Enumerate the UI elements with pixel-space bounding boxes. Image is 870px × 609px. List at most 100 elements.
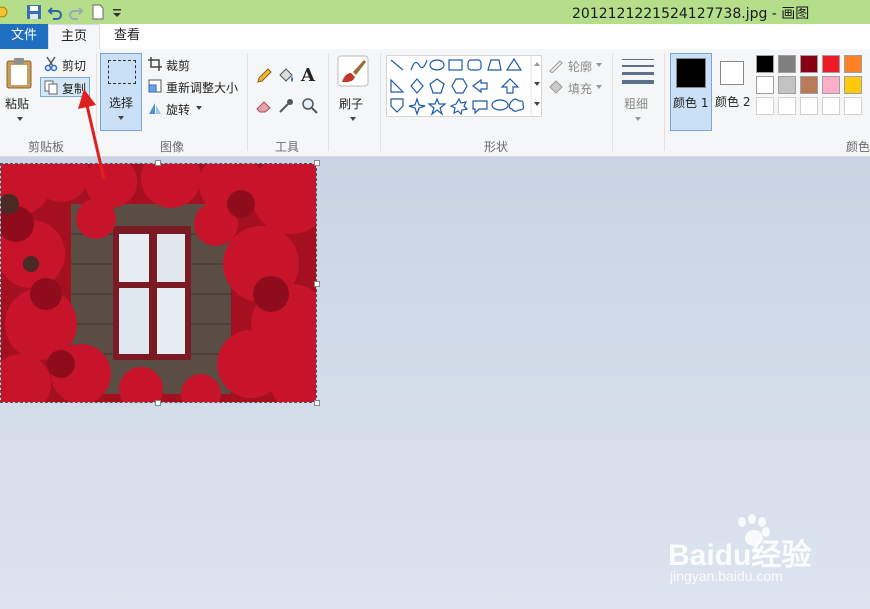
tab-file[interactable]: 文件 [0,24,48,49]
resize-button[interactable]: 重新调整大小 [146,77,242,95]
text-a-icon: A [301,65,315,86]
app-icon[interactable] [0,4,12,20]
rotate-dropdown-arrow[interactable] [196,106,202,110]
text-tool[interactable]: A [301,65,319,86]
rotate-icon [149,103,161,114]
palette-swatch[interactable] [800,76,818,94]
palette-swatch[interactable] [756,55,774,73]
ivy-window-photo [1,164,316,402]
group-divider [664,53,665,151]
title-bar: 2012121221524127738.jpg - 画图 [0,0,870,24]
resize-label: 重新调整大小 [166,81,239,95]
outline-label: 轮廓 [568,60,593,74]
color2-button[interactable]: 颜色 2 [714,53,754,131]
redo-icon[interactable] [68,4,84,20]
select-dropdown-arrow[interactable] [118,116,124,120]
paste-button[interactable]: 粘贴 [3,55,37,127]
palette-empty-slot[interactable] [756,97,774,115]
colors-group-label: 颜色 [845,140,870,154]
palette-swatch[interactable] [822,76,840,94]
ribbon: 粘贴 剪切 复制 剪贴板 选择 裁剪 重新调整大小 旋转 图像 A 工具 刷子 … [0,49,870,157]
resize-handle-bottom-right[interactable] [314,400,320,406]
size-line-thick [622,72,654,75]
group-divider [247,53,248,151]
palette-swatch[interactable] [844,76,862,94]
magnifier-tool[interactable] [301,97,319,115]
group-divider [612,53,613,151]
color-palette [756,55,870,119]
rotate-button[interactable]: 旋转 [146,99,216,117]
eraser-tool[interactable] [255,97,273,115]
image-canvas[interactable] [0,163,317,403]
resize-handle-top-right[interactable] [314,160,320,166]
size-button[interactable]: 粗细 [618,55,658,127]
outline-icon [549,60,563,73]
brush-icon [337,55,369,87]
outline-dropdown-arrow[interactable] [596,63,602,67]
window-title: 2012121221524127738.jpg - 画图 [572,6,810,22]
eyedropper-icon [279,99,293,113]
palette-swatch[interactable] [822,55,840,73]
fill-button[interactable]: 填充 [548,79,608,96]
magnifier-icon [302,98,318,114]
image-group-label: 图像 [159,140,184,154]
crop-label: 裁剪 [166,59,191,73]
color-picker-tool[interactable] [277,97,295,115]
palette-empty-slot[interactable] [800,97,818,115]
group-divider [380,53,381,151]
size-dropdown-arrow[interactable] [635,117,641,121]
size-line-thin [622,59,654,60]
paste-label: 粘贴 [5,97,30,111]
annotation-arrow [78,89,106,180]
shapes-gallery [386,55,542,117]
palette-empty-slot[interactable] [822,97,840,115]
palette-swatch[interactable] [844,55,862,73]
shapes-group-label: 形状 [483,140,508,154]
color1-swatch [676,58,706,88]
color1-button[interactable]: 颜色 1 [670,53,712,131]
undo-icon[interactable] [47,4,63,20]
palette-empty-slot[interactable] [778,97,796,115]
palette-swatch[interactable] [778,76,796,94]
new-file-icon[interactable] [90,4,106,20]
tab-view[interactable]: 查看 [100,24,154,49]
cut-label: 剪切 [62,59,87,73]
canvas-workspace: Baidu经验 jingyan.baidu.com [0,89,870,609]
brushes-dropdown-arrow[interactable] [350,117,356,121]
resize-handle-right[interactable] [314,281,320,287]
color2-label: 颜色 2 [715,95,751,109]
palette-swatch[interactable] [756,76,774,94]
shapes-gallery-icons [390,56,540,116]
color2-swatch [720,61,744,85]
outline-button[interactable]: 轮廓 [548,57,608,74]
brushes-label: 刷子 [339,97,364,111]
watermark-url: jingyan.baidu.com [670,568,783,584]
clipboard-icon [6,58,32,89]
size-label: 粗细 [624,97,649,111]
fill-label: 填充 [568,82,593,96]
group-divider [328,53,329,151]
palette-swatch[interactable] [800,55,818,73]
copy-icon [44,80,58,95]
paste-dropdown-arrow[interactable] [17,117,23,121]
resize-handle-top[interactable] [155,160,161,166]
brushes-button[interactable]: 刷子 [335,55,371,127]
fill-dropdown-arrow[interactable] [596,85,602,89]
customize-toolbar-icon[interactable] [112,4,128,20]
pencil-tool[interactable] [255,67,273,85]
color1-label: 颜色 1 [673,96,709,110]
resize-handle-bottom[interactable] [155,400,161,406]
fill-bucket-icon [549,80,563,94]
tab-home[interactable]: 主页 [48,24,100,50]
select-label: 选择 [109,96,134,110]
scissors-icon [44,56,58,72]
palette-empty-slot[interactable] [844,97,862,115]
fill-tool[interactable] [277,67,295,85]
crop-icon [148,57,162,71]
cut-button[interactable]: 剪切 [42,55,90,73]
ribbon-tabs: 文件 主页 查看 [0,24,870,50]
rotate-label: 旋转 [166,103,191,117]
palette-swatch[interactable] [778,55,796,73]
save-icon[interactable] [26,4,42,20]
crop-button[interactable]: 裁剪 [146,55,216,73]
